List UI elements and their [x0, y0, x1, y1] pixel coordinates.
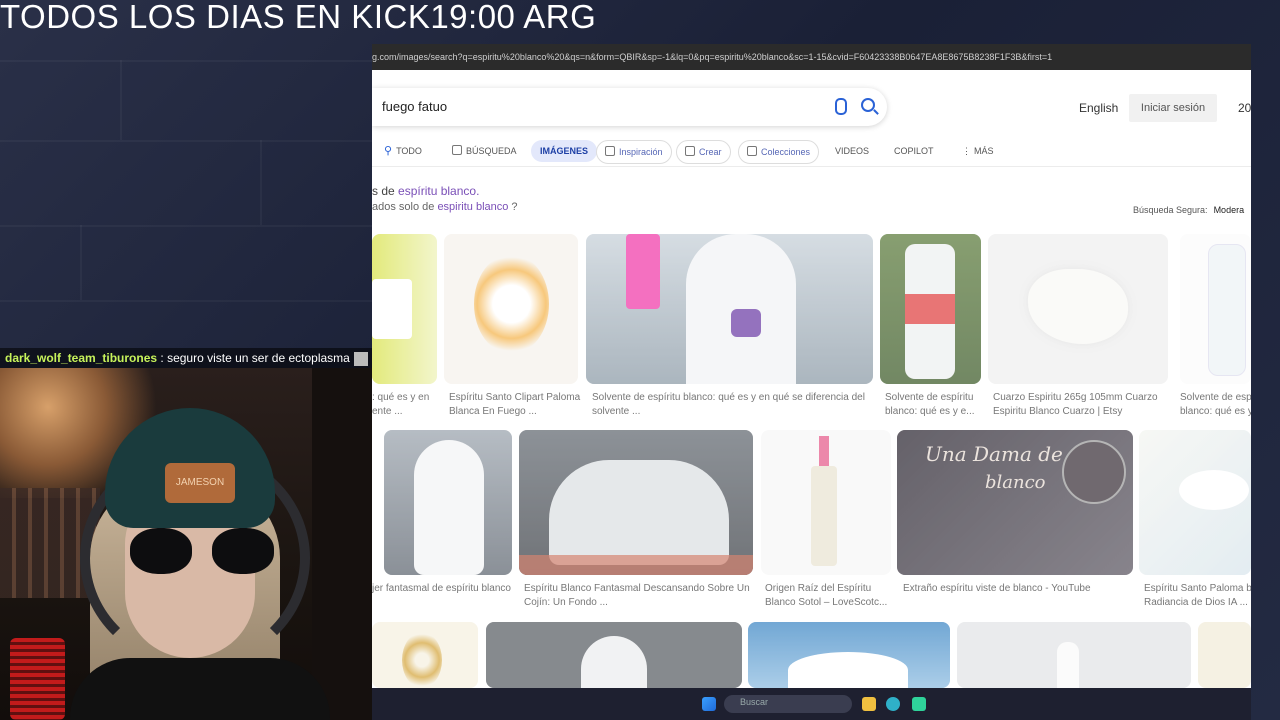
more-icon: ⋮	[962, 146, 971, 156]
folder-icon[interactable]	[862, 697, 876, 711]
search-input[interactable]: fuego fatuo	[382, 88, 447, 126]
image-result[interactable]	[880, 234, 981, 384]
image-result[interactable]	[748, 622, 950, 688]
address-bar[interactable]: g.com/images/search?q=espiritu%20blanco%…	[372, 44, 1251, 70]
image-result[interactable]	[761, 430, 891, 575]
stream-overlay-title: TODOS LOS DIAS EN KICK19:00 ARG	[0, 0, 597, 35]
edge-icon[interactable]	[886, 697, 900, 711]
tab-colecciones[interactable]: Colecciones	[738, 140, 820, 164]
beanie-patch: JAMESON	[165, 463, 235, 503]
copilot-icon	[452, 145, 462, 155]
image-caption[interactable]: jer fantasmal de espíritu blanco	[372, 582, 512, 598]
image-result[interactable]	[486, 622, 742, 688]
tab-copilot[interactable]: COPILOT	[894, 140, 934, 162]
search-icon: ⚲	[384, 145, 393, 157]
create-icon	[685, 146, 695, 156]
microphone-icon[interactable]	[835, 98, 847, 115]
chat-username: dark_wolf_team_tiburones	[5, 351, 158, 365]
tab-crear[interactable]: Crear	[676, 140, 731, 164]
suggestion-alt-line: ados solo de espiritu blanco ?	[372, 201, 518, 213]
rewards-counter[interactable]: 20	[1238, 101, 1251, 115]
red-cup	[10, 638, 65, 720]
streamer-body	[70, 658, 330, 720]
image-caption[interactable]: Espíritu Santo Paloma bl Radiancia de Di…	[1144, 582, 1251, 612]
tab-todo[interactable]: ⚲ TODO	[384, 140, 422, 162]
browser-window: g.com/images/search?q=espiritu%20blanco%…	[372, 44, 1251, 688]
image-caption[interactable]: Espíritu Blanco Fantasmal Descansando So…	[524, 582, 754, 612]
image-caption[interactable]: Origen Raíz del Espíritu Blanco Sotol – …	[765, 582, 895, 612]
tab-mas[interactable]: ⋮ MÁS	[962, 140, 994, 162]
chat-text: seguro viste un ser de ectoplasma	[167, 351, 350, 365]
suggestion-line: s de espíritu blanco.	[372, 184, 480, 198]
language-link[interactable]: English	[1079, 101, 1118, 115]
safe-search[interactable]: Búsqueda Segura: Modera	[1133, 205, 1244, 215]
image-result[interactable]	[1180, 234, 1251, 384]
image-result[interactable]	[586, 234, 873, 384]
image-caption[interactable]: Extraño espíritu viste de blanco - YouTu…	[903, 582, 1139, 598]
image-caption[interactable]: Solvente de espi blanco: qué es y	[1180, 391, 1251, 421]
image-result[interactable]	[1198, 622, 1251, 688]
image-caption[interactable]: Solvente de espíritu blanco: qué es y en…	[592, 391, 877, 421]
image-caption[interactable]: : qué es y en ente ...	[372, 391, 436, 421]
chat-separator: :	[157, 351, 168, 365]
collections-icon	[747, 146, 757, 156]
sunglasses	[130, 528, 280, 578]
tab-videos[interactable]: VIDEOS	[835, 140, 869, 162]
windows-taskbar: Buscar	[372, 688, 1251, 720]
image-caption[interactable]: Cuarzo Espiritu 265g 105mm Cuarzo Espiri…	[993, 391, 1173, 421]
emote-icon	[353, 351, 368, 366]
image-result[interactable]	[384, 430, 512, 575]
app-icon[interactable]	[912, 697, 926, 711]
image-result[interactable]	[988, 234, 1168, 384]
search-icon[interactable]	[861, 98, 875, 112]
tab-busqueda[interactable]: BÚSQUEDA	[452, 140, 517, 162]
taskbar-search[interactable]: Buscar	[724, 695, 852, 713]
image-result[interactable]	[957, 622, 1191, 688]
image-result[interactable]	[372, 622, 478, 688]
image-result[interactable]	[519, 430, 753, 575]
tab-imagenes[interactable]: IMÁGENES	[531, 140, 598, 162]
image-caption[interactable]: Espíritu Santo Clipart Paloma Blanca En …	[449, 391, 583, 421]
windows-start-icon[interactable]	[702, 697, 716, 711]
image-result[interactable]	[444, 234, 578, 384]
login-button[interactable]: Iniciar sesión	[1129, 94, 1217, 122]
search-tabs: ⚲ TODO BÚSQUEDA IMÁGENES Inspiración Crea…	[372, 132, 1251, 215]
image-result[interactable]: Una Dama de blanco	[897, 430, 1133, 575]
search-box[interactable]: fuego fatuo	[372, 88, 887, 126]
suggestion-link[interactable]: espíritu blanco.	[398, 184, 479, 198]
chat-message: dark_wolf_team_tiburones : seguro viste …	[0, 348, 372, 368]
search-results-page: fuego fatuo English Iniciar sesión 20 ⚲ T…	[372, 70, 1251, 688]
image-icon	[605, 146, 615, 156]
image-result[interactable]	[1139, 430, 1251, 575]
image-result[interactable]	[372, 234, 437, 384]
tab-inspiracion[interactable]: Inspiración	[596, 140, 672, 164]
suggestion-alt-link[interactable]: espiritu blanco	[437, 201, 508, 213]
webcam-feed: JAMESON	[0, 368, 372, 720]
image-caption[interactable]: Solvente de espíritu blanco: qué es y e.…	[885, 391, 985, 421]
